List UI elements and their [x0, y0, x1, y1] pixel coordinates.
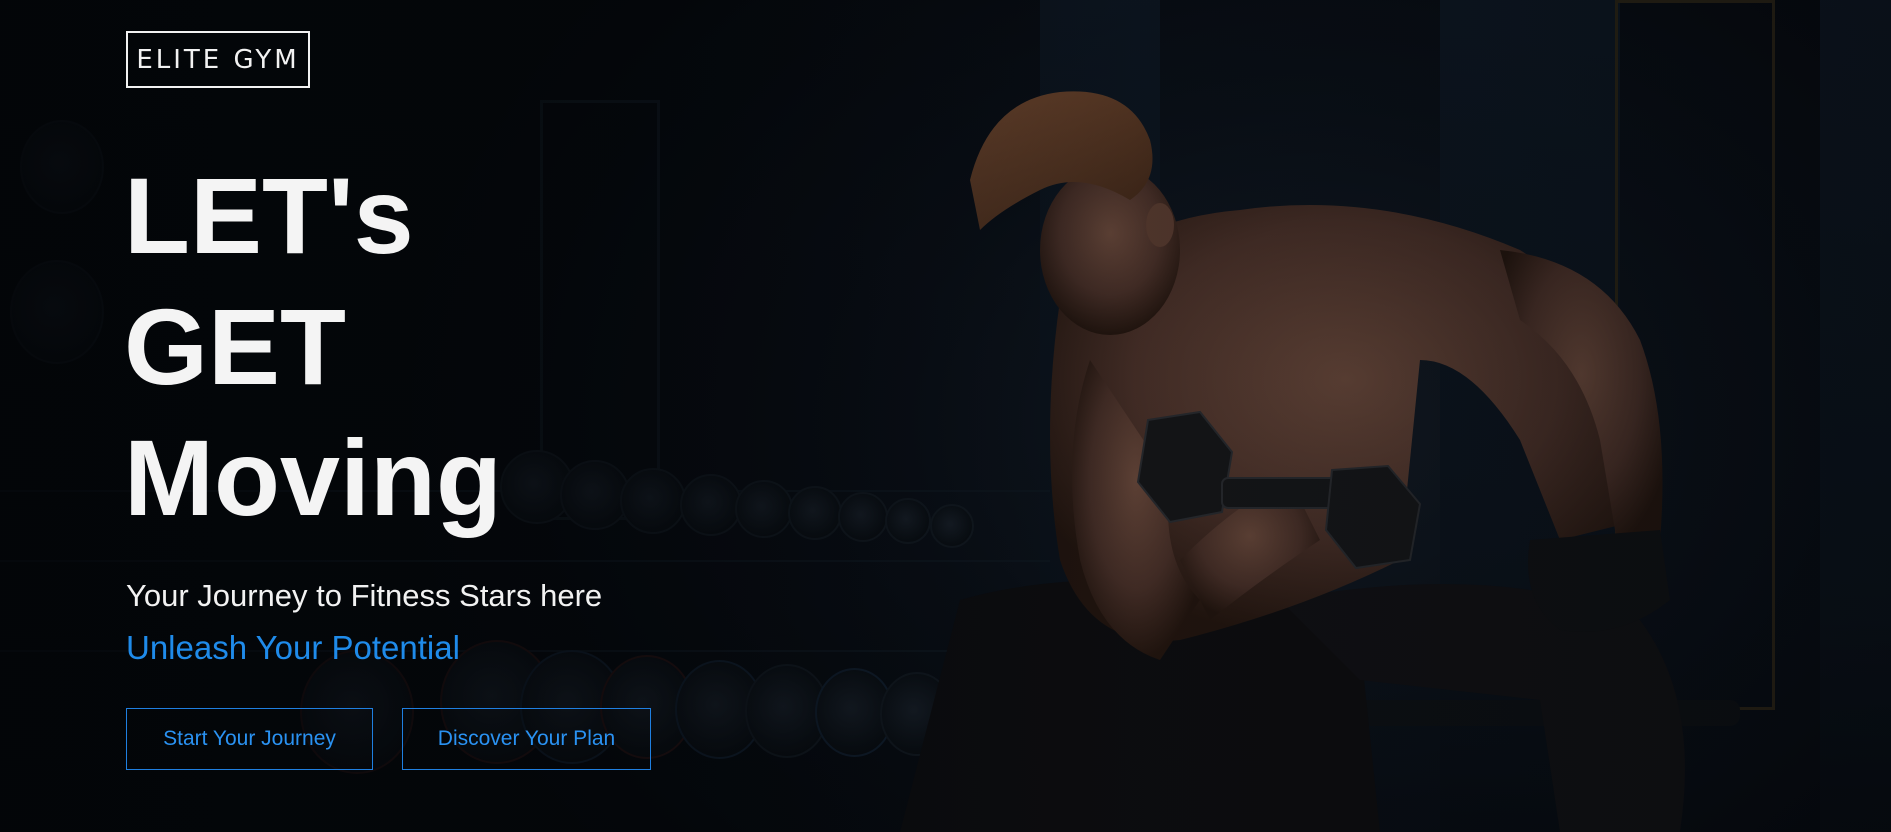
- headline-line-2: GET: [124, 286, 347, 407]
- brand-logo[interactable]: ELITE GYM: [126, 31, 310, 88]
- headline-line-1: LET's: [124, 155, 414, 276]
- start-journey-button[interactable]: Start Your Journey: [126, 708, 373, 770]
- hero-tagline: Your Journey to Fitness Stars here: [126, 578, 603, 613]
- hero-subtagline: Unleash Your Potential: [126, 629, 460, 666]
- hero-section: ELITE GYM LET's GET Moving Your Journey …: [0, 0, 1891, 832]
- headline-line-3: Moving: [124, 417, 502, 538]
- hero-headline: LET's GET Moving: [124, 150, 502, 543]
- discover-plan-button[interactable]: Discover Your Plan: [402, 708, 651, 770]
